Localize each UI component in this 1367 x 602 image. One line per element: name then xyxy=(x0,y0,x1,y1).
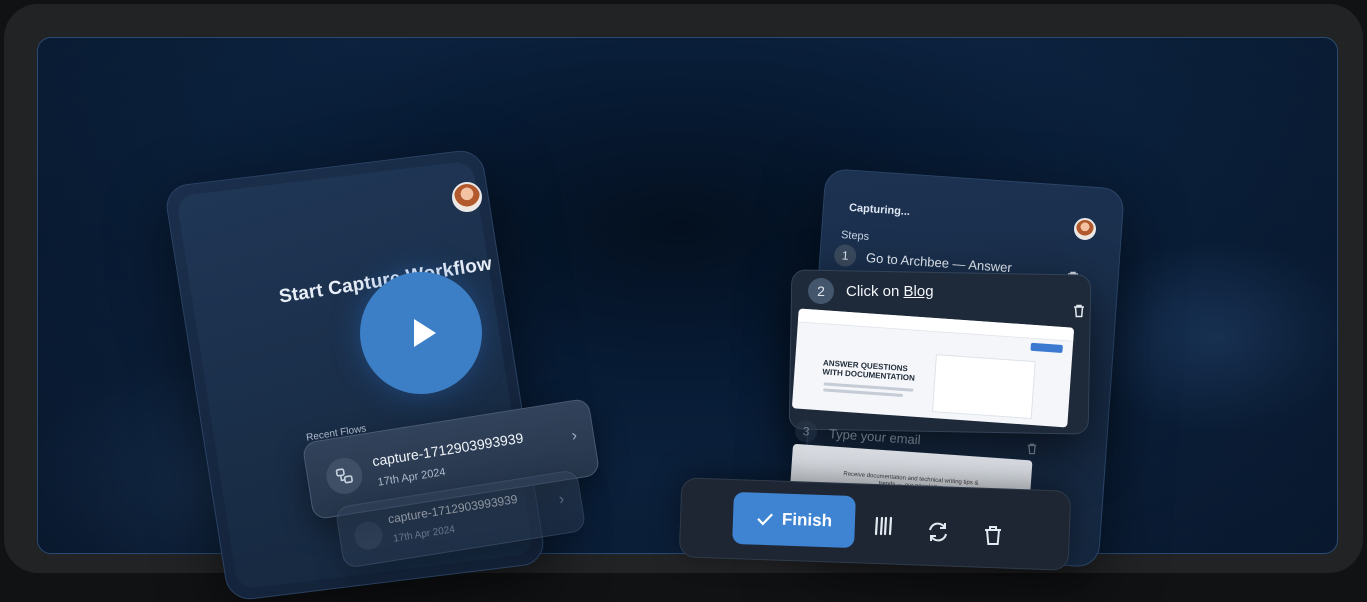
pause-icon[interactable] xyxy=(872,515,894,543)
flow-name: capture-1712903993939 xyxy=(387,491,519,527)
flow-date: 17th Apr 2024 xyxy=(376,466,447,489)
refresh-icon[interactable] xyxy=(926,520,950,550)
flow-date: 17th Apr 2024 xyxy=(392,524,456,545)
screenshot-heading: ANSWER QUESTIONS WITH DOCUMENTATION xyxy=(822,358,916,383)
step-number: 3 xyxy=(794,419,818,444)
check-icon xyxy=(757,513,773,526)
user-avatar[interactable] xyxy=(1074,218,1096,240)
steps-label: Steps xyxy=(840,229,870,243)
chevron-right-icon: › xyxy=(570,427,579,445)
play-icon xyxy=(414,319,436,347)
finish-button[interactable]: Finish xyxy=(732,491,856,549)
flow-name: capture-1712903993939 xyxy=(371,429,525,470)
flow-icon xyxy=(323,455,365,497)
user-avatar[interactable] xyxy=(452,182,482,212)
finish-label: Finish xyxy=(781,509,833,531)
step-number: 1 xyxy=(833,243,857,268)
trash-icon[interactable] xyxy=(1026,442,1038,460)
step-link: Blog xyxy=(903,282,934,300)
step-item-active[interactable]: 2 Click on Blog xyxy=(808,278,934,304)
trash-icon[interactable] xyxy=(1072,303,1086,323)
step-text: Type your email xyxy=(828,425,922,447)
flow-icon xyxy=(352,519,385,552)
trash-icon[interactable] xyxy=(982,524,1004,552)
step-screenshot: ANSWER QUESTIONS WITH DOCUMENTATION xyxy=(791,308,1075,428)
step-number: 2 xyxy=(808,278,834,304)
chevron-right-icon: › xyxy=(557,490,566,509)
step-text: Click on Blog xyxy=(846,282,934,300)
start-capture-button[interactable] xyxy=(360,272,482,394)
